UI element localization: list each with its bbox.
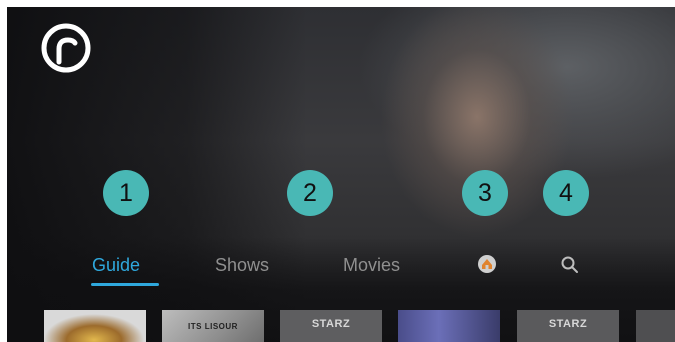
callout-2: 2 — [287, 170, 333, 216]
callout-1: 1 — [103, 170, 149, 216]
content-tile[interactable] — [636, 310, 675, 342]
content-tile[interactable]: STARZ — [517, 310, 619, 342]
content-tile[interactable] — [44, 310, 146, 342]
tile-label: ITS LISOUR — [188, 322, 238, 331]
callout-3: 3 — [462, 170, 508, 216]
callout-4: 4 — [543, 170, 589, 216]
tab-movies[interactable]: Movies — [343, 255, 400, 276]
content-tile[interactable]: STARZ — [280, 310, 382, 342]
tile-label: STARZ — [311, 318, 351, 330]
active-tab-indicator — [91, 283, 159, 286]
tile-label: STARZ — [548, 318, 588, 330]
content-tile[interactable]: ITS LISOUR — [162, 310, 264, 342]
content-tile[interactable] — [398, 310, 500, 342]
app-logo-icon — [41, 23, 91, 73]
search-icon[interactable] — [560, 255, 580, 275]
tab-guide[interactable]: Guide — [92, 255, 140, 276]
home-icon[interactable] — [477, 254, 497, 274]
tab-shows[interactable]: Shows — [215, 255, 269, 276]
